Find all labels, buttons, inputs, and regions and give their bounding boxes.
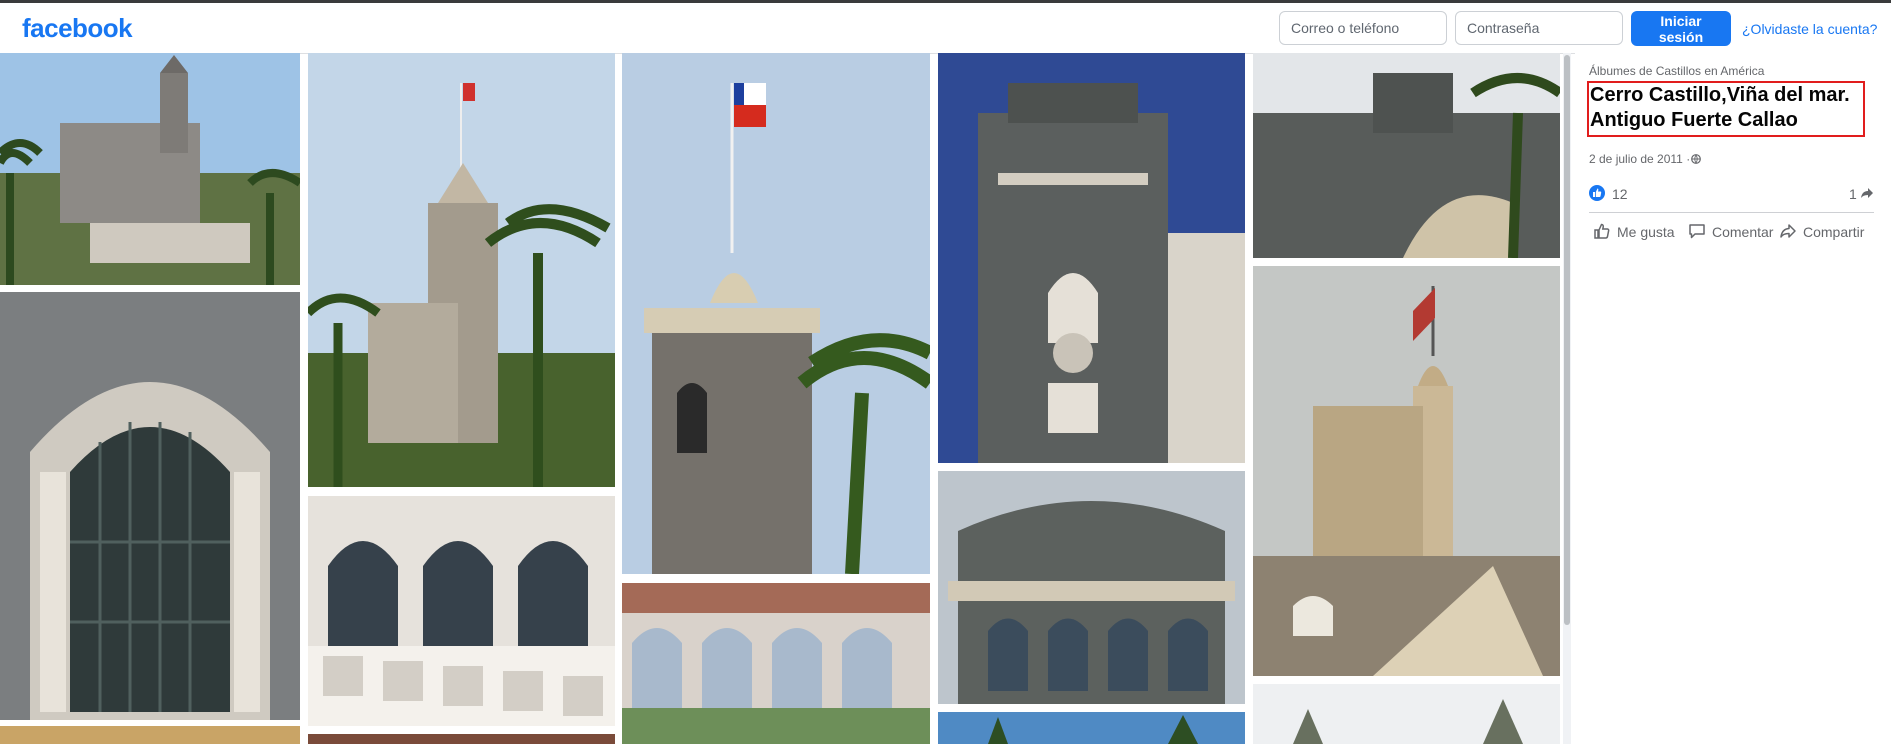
like-button[interactable]: Me gusta [1593, 222, 1675, 242]
scrollbar-thumb[interactable] [1564, 55, 1570, 625]
photo-partial-bottom-2[interactable] [308, 734, 615, 744]
facebook-logo[interactable]: facebook [22, 13, 133, 44]
photo-turret-flag-sky[interactable] [1253, 266, 1560, 676]
like-count[interactable]: 12 [1612, 186, 1628, 202]
email-field[interactable] [1279, 11, 1447, 45]
globe-icon [1691, 154, 1701, 164]
share-count-icon [1861, 188, 1873, 198]
thumbs-up-icon [1594, 223, 1610, 239]
share-icon [1780, 224, 1796, 238]
post-date[interactable]: 2 de julio de 2011 · [1589, 152, 1690, 166]
photo-partial-bottom-4[interactable] [938, 712, 1245, 744]
comment-button-label: Comentar [1712, 224, 1774, 240]
photo-partial-bottom-5[interactable] [1253, 684, 1560, 744]
like-button-label: Me gusta [1617, 224, 1675, 240]
photo-castle-hillside[interactable] [0, 53, 300, 285]
album-link[interactable]: Álbumes de Castillos en América [1589, 64, 1764, 78]
photo-arcade-city-view[interactable] [622, 583, 930, 744]
forgot-account-link[interactable]: ¿Olvidaste la cuenta? [1742, 21, 1877, 37]
photo-castle-wall-palm[interactable] [1253, 53, 1560, 258]
post-title-line-2: Antiguo Fuerte Callao [1590, 109, 1798, 131]
photo-iron-gate-arch[interactable] [0, 292, 300, 720]
comment-button[interactable]: Comentar [1688, 222, 1774, 242]
login-button[interactable]: Iniciar sesión [1631, 11, 1731, 46]
comment-icon [1689, 224, 1705, 239]
post-title-line-1: Cerro Castillo,Viña del mar. [1590, 84, 1850, 106]
photo-castle-flag-palms[interactable] [308, 53, 615, 487]
reactions-divider [1589, 212, 1874, 213]
photo-round-tower-windows[interactable] [938, 471, 1245, 704]
share-button[interactable]: Compartir [1779, 222, 1871, 242]
top-navigation-bar: facebook Iniciar sesión ¿Olvidaste la cu… [0, 3, 1891, 54]
photo-stone-tower-closeup[interactable] [938, 53, 1245, 463]
like-reaction-icon[interactable] [1589, 185, 1605, 201]
share-count[interactable]: 1 [1849, 186, 1857, 202]
share-button-label: Compartir [1803, 224, 1865, 240]
photo-arched-windows[interactable] [308, 496, 615, 726]
photo-partial-bottom-1[interactable] [0, 726, 300, 744]
password-field[interactable] [1455, 11, 1623, 45]
photo-tower-chilean-flag[interactable] [622, 53, 930, 574]
